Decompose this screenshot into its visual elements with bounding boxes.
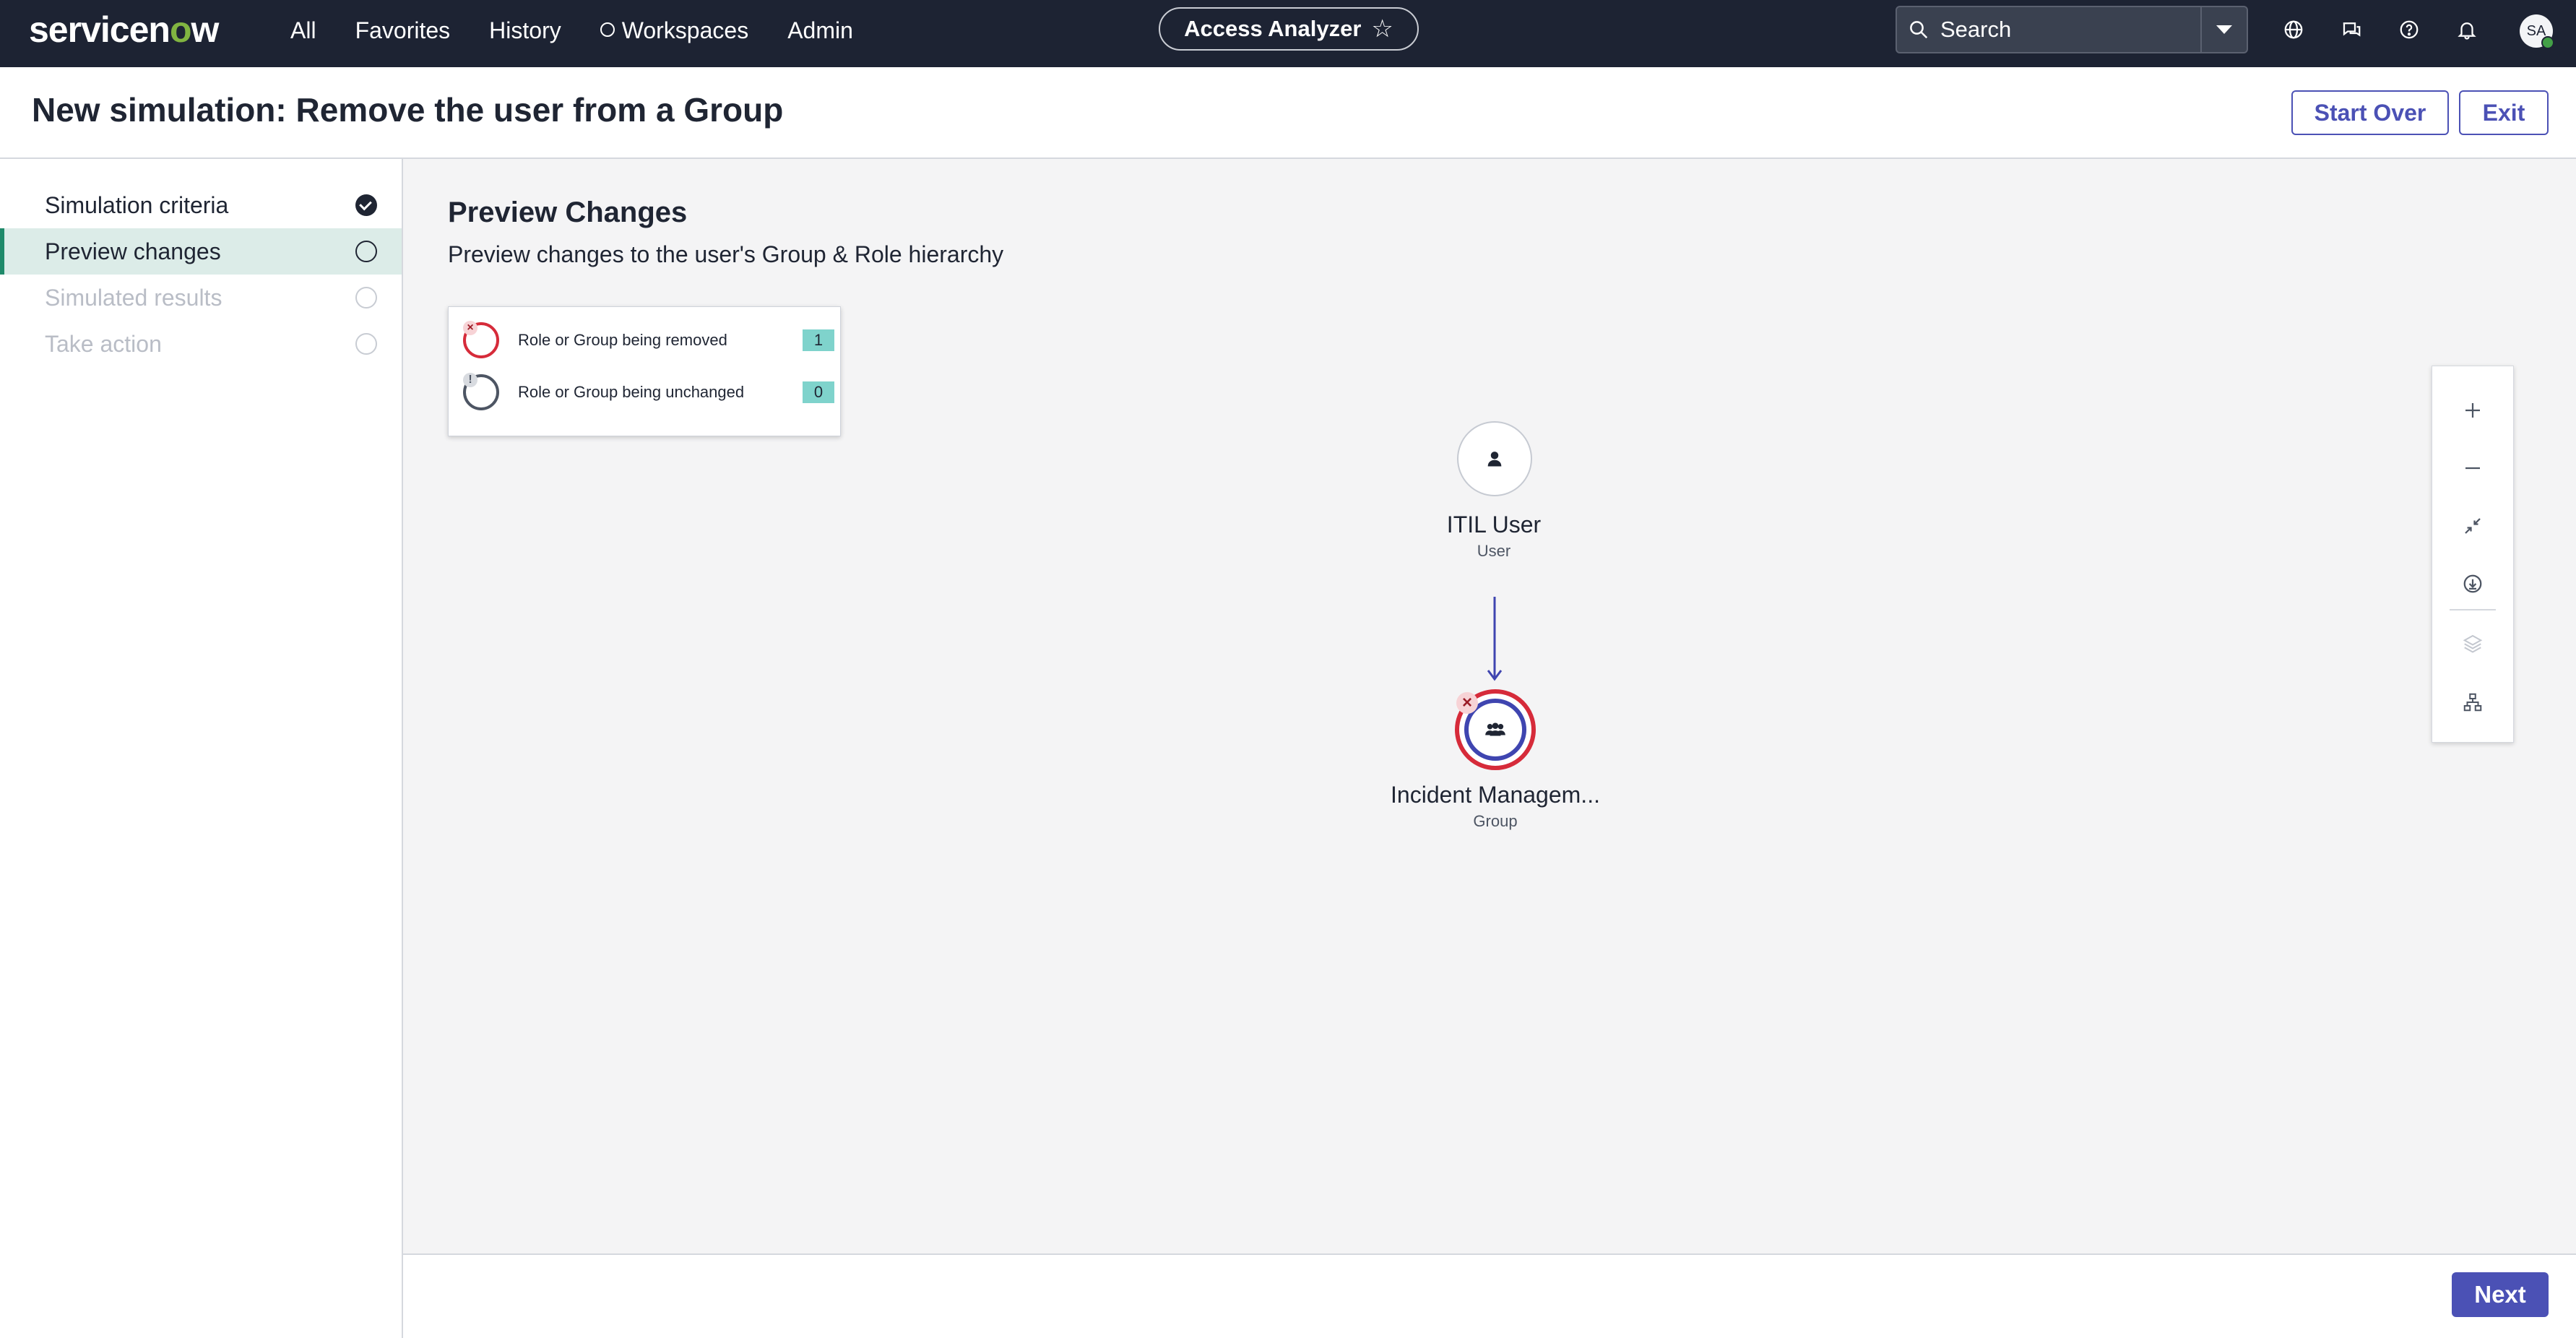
fit-to-screen-icon[interactable] — [2432, 499, 2513, 553]
nav-favorites[interactable]: Favorites — [355, 16, 451, 45]
app-pill[interactable]: Access Analyzer ☆ — [1159, 7, 1419, 51]
group-people-icon — [1485, 722, 1505, 736]
top-navigation: servicenow All Favorites History Workspa… — [0, 0, 2576, 67]
section-title: Preview Changes — [448, 197, 688, 228]
user-node-name: ITIL User — [1446, 512, 1542, 538]
legend-row-unchanged: ! Role or Group being unchanged 0 — [463, 369, 834, 415]
step-label: Simulated results — [45, 284, 222, 311]
hierarchy-icon[interactable] — [2432, 676, 2513, 729]
online-status-dot — [2541, 36, 2554, 49]
user-node-type: User — [1477, 542, 1511, 560]
zoom-out-icon[interactable] — [2432, 441, 2513, 495]
wizard-footer: Next — [403, 1253, 2576, 1338]
unchanged-ring-icon: ! — [463, 373, 499, 410]
step-simulation-criteria[interactable]: Simulation criteria — [0, 182, 402, 228]
chevron-down-icon — [2216, 25, 2232, 34]
user-node[interactable] — [1457, 421, 1532, 496]
nav-workspaces[interactable]: Workspaces — [600, 16, 748, 45]
page-title: New simulation: Remove the user from a G… — [32, 91, 784, 129]
step-label: Preview changes — [45, 238, 221, 264]
search-input[interactable]: Search — [1940, 17, 2200, 43]
group-node-type: Group — [1473, 812, 1518, 830]
nav-admin[interactable]: Admin — [787, 16, 853, 45]
step-simulated-results[interactable]: Simulated results — [0, 275, 402, 321]
favorite-star-icon[interactable]: ☆ — [1371, 14, 1393, 43]
next-button[interactable]: Next — [2452, 1272, 2549, 1317]
download-icon[interactable] — [2432, 557, 2513, 610]
help-icon[interactable] — [2395, 16, 2423, 43]
legend-row-removed: × Role or Group being removed 1 — [463, 317, 834, 363]
app-pill-label: Access Analyzer — [1184, 16, 1362, 41]
legend-count: 1 — [803, 329, 834, 351]
group-node-name: Incident Managem... — [1391, 782, 1600, 808]
person-icon — [1487, 452, 1502, 467]
removed-x-icon: × — [1456, 692, 1478, 714]
graph-toolbar — [2432, 366, 2514, 743]
exit-button[interactable]: Exit — [2459, 90, 2549, 135]
empty-circle-icon — [355, 241, 377, 262]
legend-count: 0 — [803, 381, 834, 403]
info-bang-icon: ! — [463, 373, 477, 387]
check-circle-icon — [355, 194, 377, 216]
remove-x-icon: × — [463, 321, 477, 335]
preview-canvas: Preview Changes Preview changes to the u… — [403, 159, 2576, 1253]
servicenow-logo[interactable]: servicenow — [29, 9, 219, 51]
page-header: New simulation: Remove the user from a G… — [0, 67, 2576, 159]
membership-arrow — [1487, 597, 1503, 681]
search-scope-dropdown[interactable] — [2200, 7, 2247, 52]
user-avatar[interactable]: SA — [2520, 14, 2554, 49]
chat-icon[interactable] — [2338, 16, 2365, 43]
zoom-in-icon[interactable] — [2432, 384, 2513, 437]
legend-label: Role or Group being removed — [518, 331, 727, 349]
step-take-action[interactable]: Take action — [0, 321, 402, 367]
empty-circle-icon — [355, 333, 377, 355]
legend-label: Role or Group being unchanged — [518, 383, 745, 401]
global-search[interactable]: Search — [1896, 6, 2248, 53]
nav-all[interactable]: All — [290, 16, 316, 45]
legend-panel: × Role or Group being removed 1 ! Role o… — [448, 306, 841, 436]
step-label: Simulation criteria — [45, 191, 229, 218]
section-subtitle: Preview changes to the user's Group & Ro… — [448, 241, 1004, 267]
nav-history[interactable]: History — [489, 16, 561, 45]
layers-icon[interactable] — [2432, 616, 2513, 670]
search-icon — [1897, 19, 1940, 40]
wizard-steps-sidebar: Simulation criteria Preview changes Simu… — [0, 159, 403, 1338]
bell-icon[interactable] — [2453, 16, 2481, 43]
nav-links: All Favorites History Workspaces Admin — [290, 16, 892, 45]
empty-circle-icon — [355, 287, 377, 308]
removed-ring-icon: × — [463, 321, 499, 358]
globe-icon[interactable] — [2280, 16, 2307, 43]
workspaces-dot-icon — [600, 22, 615, 37]
nav-workspaces-label: Workspaces — [621, 17, 749, 43]
start-over-button[interactable]: Start Over — [2291, 90, 2449, 135]
step-preview-changes[interactable]: Preview changes — [0, 228, 402, 275]
step-label: Take action — [45, 330, 162, 357]
toolbar-divider — [2450, 609, 2496, 610]
